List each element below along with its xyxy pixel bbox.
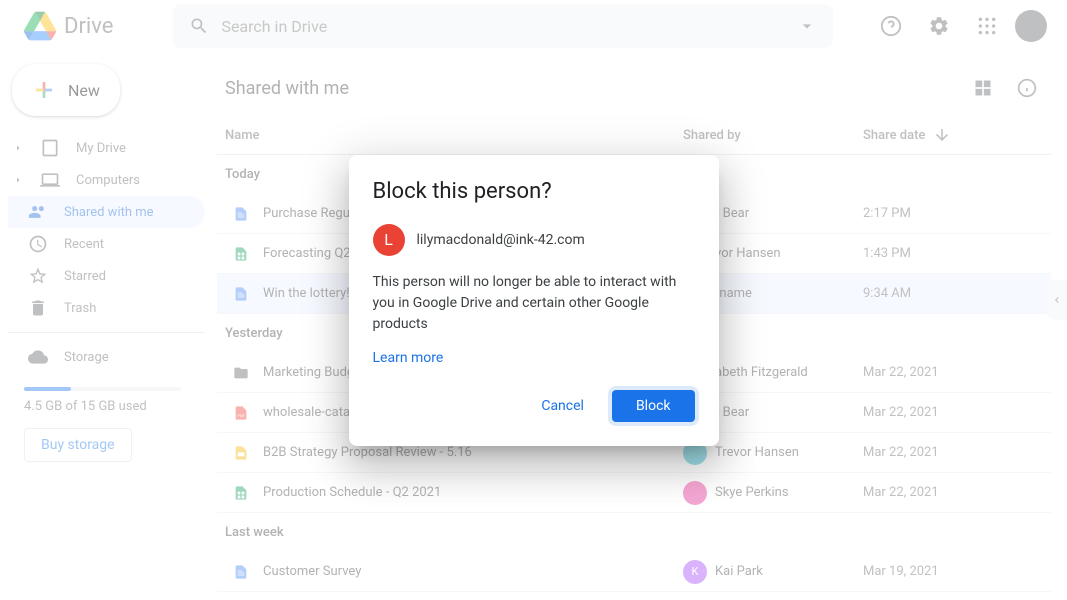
modal-overlay: Block this person? L lilymacdonald@ink-4… <box>0 0 1067 600</box>
learn-more-link[interactable]: Learn more <box>373 350 444 366</box>
block-person-modal: Block this person? L lilymacdonald@ink-4… <box>349 155 719 446</box>
block-button[interactable]: Block <box>612 390 695 422</box>
modal-actions: Cancel Block <box>373 390 695 422</box>
modal-user: L lilymacdonald@ink-42.com <box>373 224 695 256</box>
modal-email: lilymacdonald@ink-42.com <box>417 232 585 248</box>
cancel-button[interactable]: Cancel <box>521 390 604 422</box>
modal-title: Block this person? <box>373 179 695 204</box>
modal-avatar: L <box>373 224 405 256</box>
modal-body: This person will no longer be able to in… <box>373 272 695 335</box>
